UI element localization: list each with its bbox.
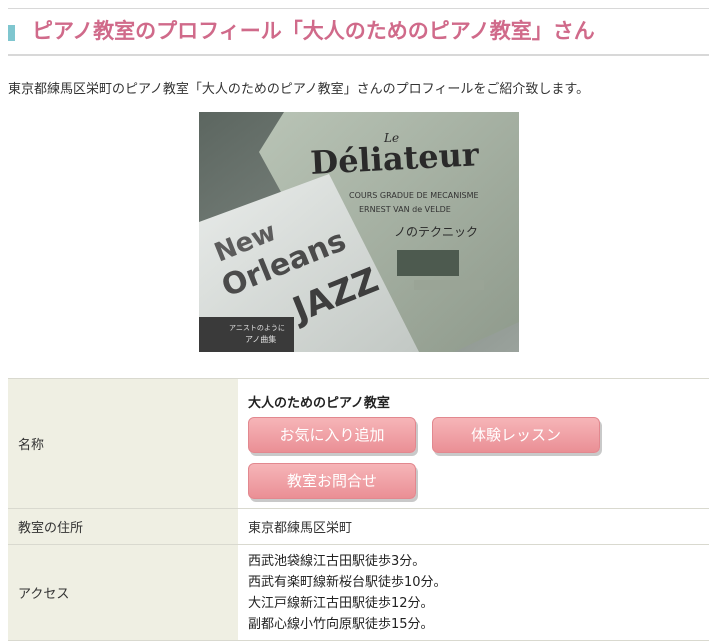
table-row-name: 名称 大人のためのピアノ教室 お気に入り追加 体験レッスン 教室お問合せ (8, 378, 709, 509)
svg-text:COURS GRADUE DE MECANISME: COURS GRADUE DE MECANISME (349, 191, 479, 200)
page-header: ピアノ教室のプロフィール「大人のためのピアノ教室」さん (8, 8, 709, 56)
profile-table: 名称 大人のためのピアノ教室 お気に入り追加 体験レッスン 教室お問合せ 教室の… (8, 378, 709, 641)
access-line: 西武池袋線江古田駅徒歩3分。 (248, 553, 426, 569)
name-value-cell: 大人のためのピアノ教室 お気に入り追加 体験レッスン 教室お問合せ (238, 378, 709, 509)
address-value: 東京都練馬区栄町 (238, 508, 709, 545)
name-label: 名称 (8, 378, 238, 509)
school-name: 大人のためのピアノ教室 (248, 396, 390, 411)
header-accent-bar (8, 25, 15, 41)
access-line: 西武有楽町線新桜台駅徒歩10分。 (248, 574, 447, 590)
table-row-address: 教室の住所 東京都練馬区栄町 (8, 508, 709, 545)
photo-illustration: Le Déliateur COURS GRADUE DE MECANISME E… (199, 112, 519, 352)
svg-text:アニストのように: アニストのように (229, 324, 285, 332)
intro-text: 東京都練馬区栄町のピアノ教室「大人のためのピアノ教室」さんのプロフィールをご紹介… (8, 82, 590, 97)
access-line: 大江戸線新江古田駅徒歩12分。 (248, 595, 434, 611)
table-row-access: アクセス 西武池袋線江古田駅徒歩3分。 西武有楽町線新桜台駅徒歩10分。 大江戸… (8, 544, 709, 641)
address-label: 教室の住所 (8, 508, 238, 545)
access-value-cell: 西武池袋線江古田駅徒歩3分。 西武有楽町線新桜台駅徒歩10分。 大江戸線新江古田… (238, 544, 709, 641)
access-label: アクセス (8, 544, 238, 641)
trial-lesson-button[interactable]: 体験レッスン (432, 417, 600, 453)
piano-books-photo: Le Déliateur COURS GRADUE DE MECANISME E… (199, 112, 519, 352)
svg-text:アノ曲集: アノ曲集 (245, 334, 276, 344)
access-line: 副都心線小竹向原駅徒歩15分。 (248, 616, 434, 632)
add-favorite-button[interactable]: お気に入り追加 (248, 417, 416, 453)
action-buttons: お気に入り追加 体験レッスン 教室お問合せ (248, 417, 688, 499)
svg-text:ノのテクニック: ノのテクニック (394, 225, 478, 239)
contact-school-button[interactable]: 教室お問合せ (248, 463, 416, 499)
svg-text:ERNEST VAN de VELDE: ERNEST VAN de VELDE (359, 205, 451, 214)
page-title: ピアノ教室のプロフィール「大人のためのピアノ教室」さん (32, 19, 595, 43)
